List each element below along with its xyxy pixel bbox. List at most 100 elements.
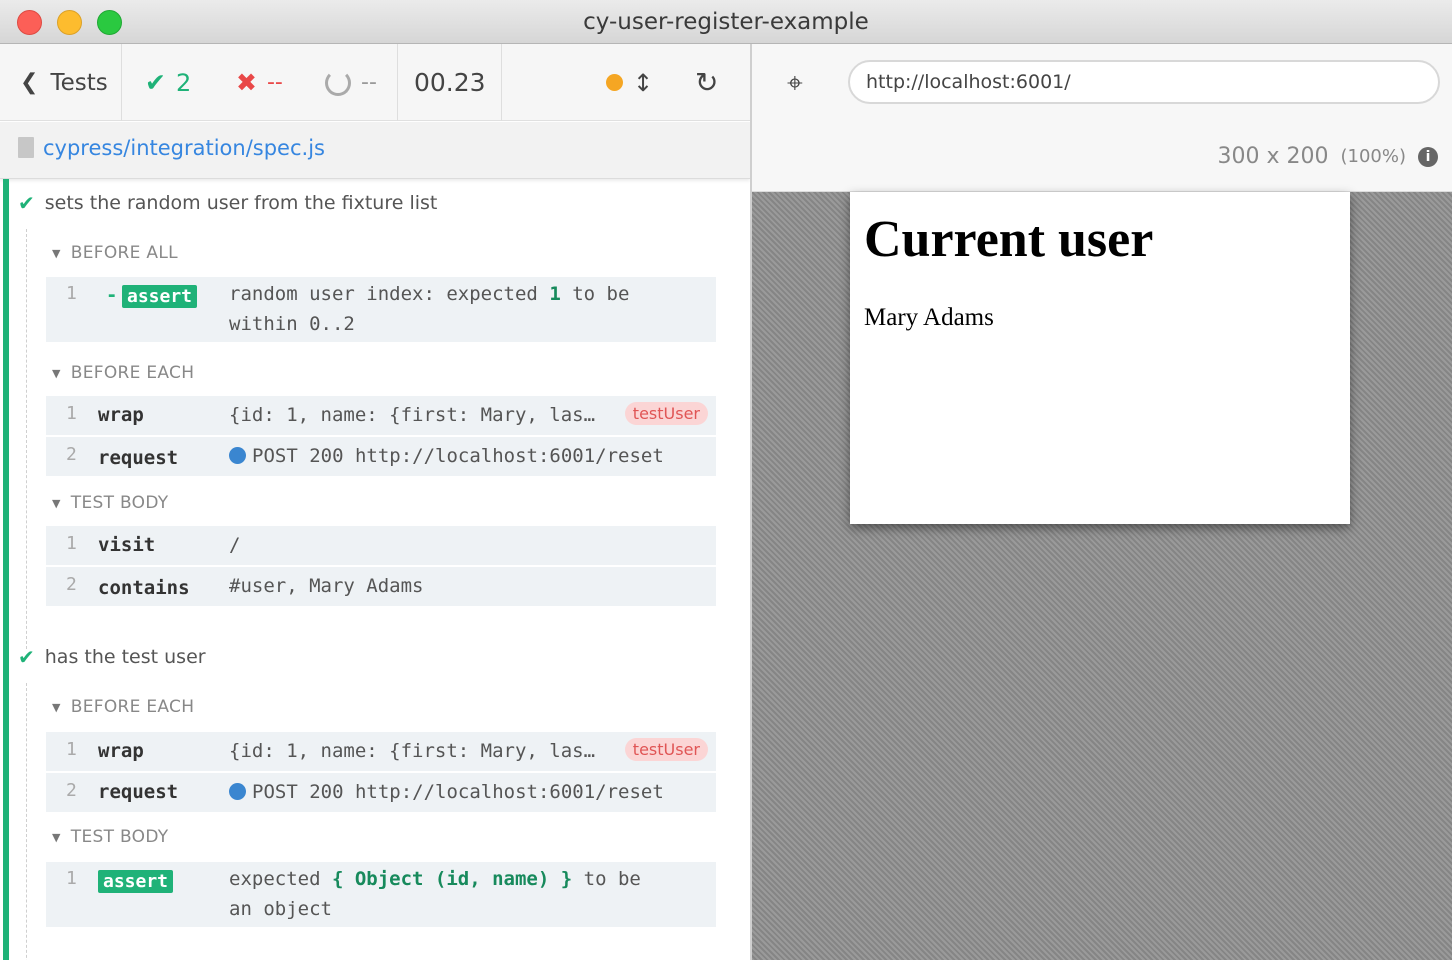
command-name: wrap bbox=[98, 740, 144, 762]
rerun-button[interactable]: ↻ bbox=[695, 44, 718, 121]
page-heading: Current user bbox=[864, 211, 1154, 268]
command-row[interactable]: 1 - assert random user index: expected 1… bbox=[46, 277, 716, 343]
passed-count: ✔ 2 bbox=[145, 44, 191, 121]
hook-label: TEST BODY bbox=[70, 827, 169, 847]
assert-badge: assert bbox=[98, 870, 174, 893]
request-dot-icon bbox=[229, 447, 246, 464]
hook-header[interactable]: ▼ TEST BODY bbox=[52, 493, 168, 513]
command-number: 2 bbox=[66, 780, 77, 801]
test-title[interactable]: ✔ sets the random user from the fixture … bbox=[18, 191, 437, 215]
command-row[interactable]: 1 wrap {id: 1, name: {first: Mary, las… … bbox=[46, 732, 716, 772]
viewport-scale: (100%) bbox=[1340, 146, 1406, 167]
command-message: random user index: expected 1 to be with… bbox=[229, 279, 669, 339]
message-value: { Object (id, name) } bbox=[331, 868, 573, 890]
scroll-toggle-button[interactable]: ↕ bbox=[633, 44, 653, 121]
x-icon: ✖ bbox=[236, 68, 257, 97]
message-part: expected bbox=[229, 868, 321, 890]
command-row[interactable]: 2 contains #user, Mary Adams bbox=[46, 567, 716, 607]
caret-down-icon: ▼ bbox=[52, 246, 61, 260]
runnables-list: ✔ sets the random user from the fixture … bbox=[0, 179, 750, 960]
command-row[interactable]: 1 wrap {id: 1, name: {first: Mary, las… … bbox=[46, 396, 716, 436]
up-down-arrows-icon: ↕ bbox=[633, 68, 654, 97]
message-value: 1 bbox=[549, 283, 561, 305]
viewport-info: 300 x 200 (100%) i bbox=[1217, 144, 1438, 169]
caret-down-icon: ▼ bbox=[52, 830, 61, 844]
reload-icon: ↻ bbox=[695, 66, 719, 99]
divider bbox=[121, 44, 122, 121]
request-dot-icon bbox=[229, 783, 246, 800]
tests-label: Tests bbox=[50, 69, 108, 96]
command-row[interactable]: 2 request POST 200 http://localhost:6001… bbox=[46, 773, 716, 813]
check-icon: ✔ bbox=[145, 68, 166, 97]
command-number: 1 bbox=[66, 868, 77, 889]
failed-count: ✖ -- bbox=[236, 44, 283, 121]
command-row[interactable]: 1 assert expected { Object (id, name) } … bbox=[46, 862, 716, 928]
command-number: 1 bbox=[66, 533, 77, 554]
command-message: {id: 1, name: {first: Mary, las… bbox=[229, 404, 596, 426]
alias-badge: testUser bbox=[624, 402, 708, 425]
hook-label: TEST BODY bbox=[70, 493, 169, 513]
divider bbox=[397, 44, 398, 121]
command-message: POST 200 http://localhost:6001/reset bbox=[229, 441, 699, 471]
hook-tree-line bbox=[26, 229, 27, 649]
message-part: random user index: expected bbox=[229, 283, 538, 305]
command-number: 1 bbox=[66, 739, 77, 760]
hook-label: BEFORE EACH bbox=[70, 363, 195, 383]
spec-path-link[interactable]: cypress/integration/spec.js bbox=[43, 136, 325, 160]
divider bbox=[501, 44, 502, 121]
command-message: expected { Object (id, name) } to be an … bbox=[229, 864, 669, 924]
crosshair-icon[interactable]: ⌖ bbox=[787, 66, 803, 100]
reporter-panel: ❮ Tests ✔ 2 ✖ -- -- 00.23 ↕ ↻ cypress/in… bbox=[0, 44, 752, 960]
current-user-name: Mary Adams bbox=[864, 304, 994, 331]
hook-header[interactable]: ▼ BEFORE EACH bbox=[52, 697, 194, 717]
app-frame: Current user Mary Adams bbox=[850, 192, 1350, 524]
failed-number: -- bbox=[266, 70, 283, 95]
hook-header[interactable]: ▼ TEST BODY bbox=[52, 827, 168, 847]
command-number: 2 bbox=[66, 444, 77, 465]
status-dot-icon bbox=[606, 74, 623, 91]
check-icon: ✔ bbox=[18, 191, 35, 215]
command-name: assert bbox=[98, 870, 174, 893]
caret-down-icon: ▼ bbox=[52, 366, 61, 380]
command-number: 1 bbox=[66, 283, 77, 304]
request-text: POST 200 http://localhost:6001/reset bbox=[252, 781, 664, 803]
duration: 00.23 bbox=[414, 68, 486, 97]
caret-down-icon: ▼ bbox=[52, 496, 61, 510]
command-name: request bbox=[98, 447, 179, 469]
check-icon: ✔ bbox=[18, 645, 35, 669]
status-indicator bbox=[606, 44, 623, 121]
chevron-left-icon: ❮ bbox=[20, 70, 39, 95]
command-message: POST 200 http://localhost:6001/reset bbox=[229, 777, 699, 807]
hook-tree-line bbox=[26, 683, 27, 960]
info-icon[interactable]: i bbox=[1418, 146, 1438, 167]
window-title: cy-user-register-example bbox=[583, 9, 869, 35]
stats-bar: ❮ Tests ✔ 2 ✖ -- -- 00.23 ↕ ↻ bbox=[0, 44, 750, 121]
command-message: {id: 1, name: {first: Mary, las… bbox=[229, 740, 596, 762]
hook-label: BEFORE EACH bbox=[70, 697, 195, 717]
command-message: / bbox=[229, 534, 241, 556]
command-number: 2 bbox=[66, 574, 77, 595]
hook-header[interactable]: ▼ BEFORE ALL bbox=[52, 243, 178, 263]
viewport-size: 300 x 200 bbox=[1217, 144, 1329, 169]
spinner-icon bbox=[325, 69, 351, 96]
request-text: POST 200 http://localhost:6001/reset bbox=[252, 445, 664, 467]
caret-down-icon: ▼ bbox=[52, 700, 61, 714]
command-row[interactable]: 1 visit / bbox=[46, 526, 716, 566]
url-field[interactable]: http://localhost:6001/ bbox=[848, 60, 1440, 104]
hook-label: BEFORE ALL bbox=[70, 243, 178, 263]
command-row[interactable]: 2 request POST 200 http://localhost:6001… bbox=[46, 437, 716, 477]
passed-number: 2 bbox=[175, 68, 192, 97]
file-icon bbox=[18, 137, 34, 158]
command-name: wrap bbox=[98, 404, 144, 426]
command-name: request bbox=[98, 781, 179, 803]
pending-count: -- bbox=[325, 44, 377, 121]
alias-badge: testUser bbox=[624, 738, 708, 761]
aut-area: Current user Mary Adams bbox=[752, 192, 1452, 960]
command-number: 1 bbox=[66, 403, 77, 424]
command-name: contains bbox=[98, 577, 190, 599]
hook-header[interactable]: ▼ BEFORE EACH bbox=[52, 363, 194, 383]
tests-back-button[interactable]: ❮ Tests bbox=[20, 44, 108, 121]
command-name: visit bbox=[98, 534, 156, 556]
pending-number: -- bbox=[361, 70, 377, 95]
test-title[interactable]: ✔ has the test user bbox=[18, 645, 206, 669]
